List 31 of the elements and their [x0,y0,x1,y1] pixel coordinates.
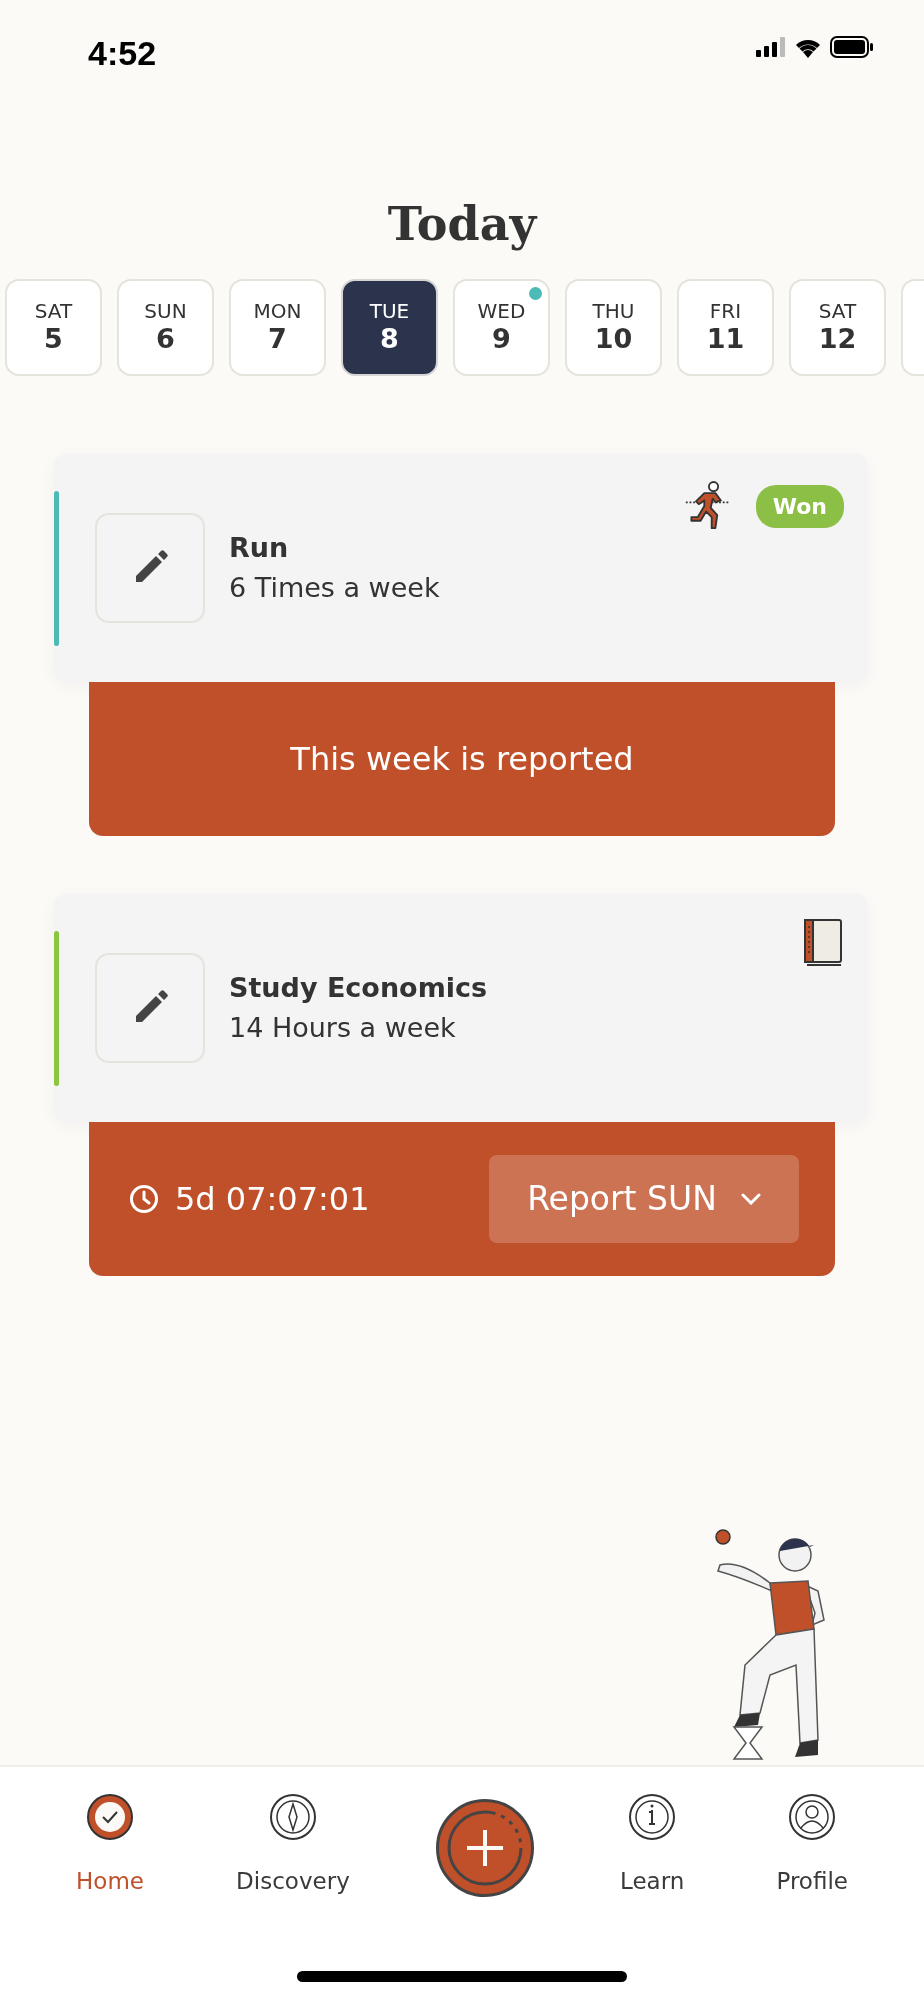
habit-name: Run [229,530,290,565]
date-chip[interactable]: THU 10 [565,279,662,376]
date-chip[interactable]: WED 9 [453,279,550,376]
signal-icon [756,37,786,57]
book-icon [802,918,844,968]
date-chip[interactable]: SUN 6 [117,279,214,376]
report-message: This week is reported [290,739,634,780]
edit-button[interactable] [95,953,205,1063]
habit-frequency: 6 Times a week [229,571,440,605]
date-chip[interactable]: FRI 11 [677,279,774,376]
page-title: Today [386,196,539,253]
compass-icon [267,1792,318,1842]
date-chip[interactable]: SAT 5 [5,279,102,376]
date-chip[interactable]: TUE 8 [341,279,438,376]
nav-tab[interactable]: Profile [770,1767,854,2000]
habit-frequency: 14 Hours a week [229,1011,457,1045]
clock-icon [129,1184,159,1214]
battery-icon [830,36,874,58]
nav-tab[interactable]: Learn [614,1767,691,2000]
status-badge: Won [755,484,844,528]
clock-time: 4:52 [88,33,157,74]
habit-name: Study Economics [229,970,488,1005]
date-chip[interactable]: SAT 12 [789,279,886,376]
info-icon [627,1792,678,1842]
date-chip[interactable]: MON 7 [229,279,326,376]
countdown-timer: 5d 07:07:01 [175,1179,370,1220]
nav-tab[interactable]: Home [70,1767,150,2000]
chevron-down-icon [740,1193,761,1205]
profile-icon [787,1792,838,1842]
home-icon [85,1792,135,1842]
edit-button[interactable] [95,513,205,623]
